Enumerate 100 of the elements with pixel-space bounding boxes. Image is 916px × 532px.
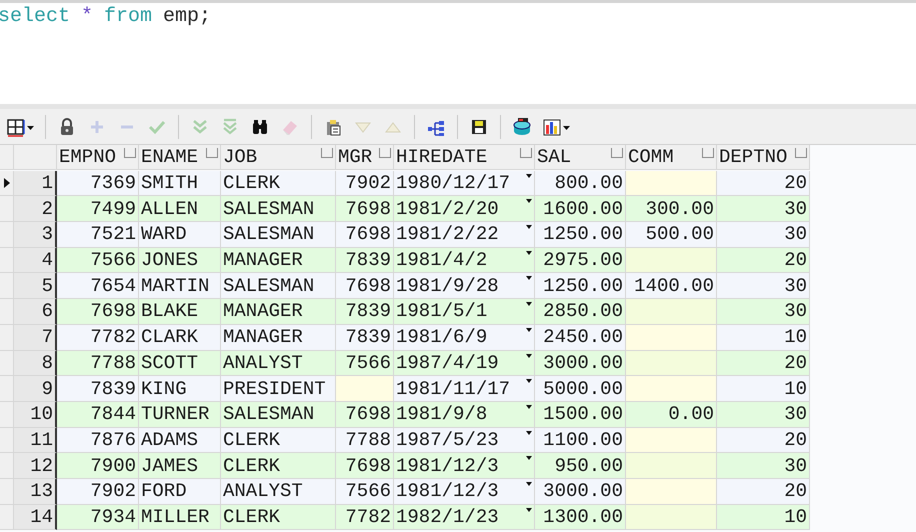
column-menu-icon[interactable] (611, 148, 623, 158)
table-cell: 7566 (336, 478, 394, 505)
dropdown-arrow-icon[interactable] (526, 482, 532, 487)
date-cell[interactable]: 1981/4/2 (394, 248, 535, 274)
row-number[interactable]: 12 (14, 453, 57, 479)
column-menu-icon[interactable] (520, 148, 532, 158)
dropdown-arrow-icon[interactable] (526, 354, 532, 358)
dropdown-arrow-icon[interactable] (526, 404, 532, 410)
row-number[interactable]: 7 (14, 324, 57, 350)
column-header[interactable]: JOB (221, 145, 336, 170)
table-cell: 30 (717, 453, 810, 479)
row-number[interactable]: 2 (14, 196, 57, 222)
table-cell: 7934 (57, 504, 139, 530)
column-header[interactable]: COMM (626, 145, 717, 170)
date-cell[interactable]: 1981/5/1 (394, 299, 535, 325)
column-header[interactable]: EMPNO (57, 145, 139, 170)
date-cell[interactable]: 1981/9/8 (394, 402, 535, 428)
date-cell[interactable]: 1981/11/17 (394, 376, 535, 402)
bar-chart-icon[interactable] (542, 116, 562, 136)
column-header[interactable]: SAL (535, 145, 626, 170)
dropdown-arrow-icon[interactable] (526, 508, 532, 513)
column-menu-icon[interactable] (379, 148, 391, 158)
dropdown-arrow-icon[interactable] (526, 225, 532, 230)
date-cell[interactable]: 1981/12/3 (394, 478, 535, 505)
table-cell: 30 (717, 196, 810, 222)
column-menu-icon[interactable] (795, 148, 807, 158)
date-cell[interactable]: 1981/9/28 (394, 273, 535, 300)
column-header[interactable]: HIREDATE (394, 145, 535, 170)
date-cell[interactable]: 1981/2/22 (394, 222, 535, 248)
table-cell: CLERK (221, 453, 336, 479)
column-header[interactable]: MGR (336, 145, 394, 170)
date-cell[interactable]: 1981/2/20 (394, 196, 535, 222)
table-cell: 7499 (57, 196, 139, 222)
row-number[interactable]: 11 (14, 428, 57, 454)
table-cell: 20 (717, 170, 810, 196)
row-number[interactable]: 14 (14, 504, 57, 530)
dropdown-arrow-icon[interactable] (526, 199, 532, 204)
row-number[interactable]: 3 (14, 222, 57, 248)
column-menu-icon[interactable] (321, 148, 333, 158)
table-cell: 7698 (336, 196, 394, 222)
column-header[interactable]: DEPTNO (717, 145, 810, 170)
table-cell: 1300.00 (535, 504, 626, 530)
row-number[interactable]: 13 (14, 478, 57, 505)
date-cell[interactable]: 1987/4/19 (394, 350, 535, 376)
table-cell: 1400.00 (626, 273, 717, 300)
dropdown-arrow-icon[interactable] (526, 328, 532, 333)
dropdown-arrow-icon[interactable] (526, 430, 532, 436)
table-cell: 20 (717, 428, 810, 454)
row-number[interactable]: 8 (14, 350, 57, 376)
date-cell[interactable]: 1980/12/17 (394, 170, 535, 196)
table-cell: 30 (717, 402, 810, 428)
table-cell: 7566 (336, 350, 394, 376)
table-cell: 7839 (336, 299, 394, 325)
table-cell: 800.00 (535, 170, 626, 196)
column-menu-icon[interactable] (702, 148, 714, 158)
row-number[interactable]: 1 (14, 170, 57, 196)
date-cell[interactable]: 1987/5/23 (394, 428, 535, 454)
table-cell: 5000.00 (535, 376, 626, 402)
column-menu-icon[interactable] (124, 148, 136, 158)
dropdown-arrow-icon[interactable] (526, 456, 532, 462)
row-indicator[interactable] (0, 170, 14, 196)
table-cell: 7788 (336, 428, 394, 454)
table-grid-icon[interactable] (6, 116, 26, 136)
table-cell: 950.00 (535, 453, 626, 479)
row-number[interactable]: 4 (14, 248, 57, 274)
table-cell: 7839 (336, 248, 394, 274)
table-cell: WARD (139, 222, 221, 248)
row-number[interactable]: 10 (14, 402, 57, 428)
table-cell: FORD (139, 478, 221, 505)
table-cell: 7654 (57, 273, 139, 300)
table-cell: 1500.00 (535, 402, 626, 428)
table-cell: TURNER (139, 402, 221, 428)
dropdown-arrow-icon[interactable] (526, 174, 532, 179)
column-menu-icon[interactable] (206, 148, 218, 158)
database-icon[interactable] (512, 116, 532, 136)
table-cell: KING (139, 376, 221, 402)
dropdown-arrow-icon[interactable] (526, 379, 532, 384)
date-cell[interactable]: 1982/1/23 (394, 504, 535, 530)
table-cell: 300.00 (626, 196, 717, 222)
table-cell: 20 (717, 478, 810, 505)
date-cell[interactable]: 1981/6/9 (394, 324, 535, 350)
table-cell: MARTIN (139, 273, 221, 300)
dropdown-arrow-icon[interactable] (526, 302, 532, 308)
date-cell[interactable]: 1981/12/3 (394, 453, 535, 479)
table-cell: MILLER (139, 504, 221, 530)
row-number[interactable]: 6 (14, 299, 57, 325)
table-cell: 3000.00 (535, 478, 626, 505)
dropdown-arrow-icon[interactable] (526, 276, 532, 282)
table-cell: 2975.00 (535, 248, 626, 274)
table-cell: 7782 (57, 324, 139, 350)
table-cell: 7839 (336, 324, 394, 350)
table-cell: BLAKE (139, 299, 221, 325)
table-cell: MANAGER (221, 248, 336, 274)
dropdown-arrow-icon[interactable] (526, 250, 532, 256)
column-header[interactable]: ENAME (139, 145, 221, 170)
table-cell: 7902 (57, 478, 139, 505)
row-number[interactable]: 5 (14, 273, 57, 300)
table-cell: SALESMAN (221, 273, 336, 300)
row-number[interactable]: 9 (14, 376, 57, 402)
sql-keyword: from (104, 5, 152, 28)
